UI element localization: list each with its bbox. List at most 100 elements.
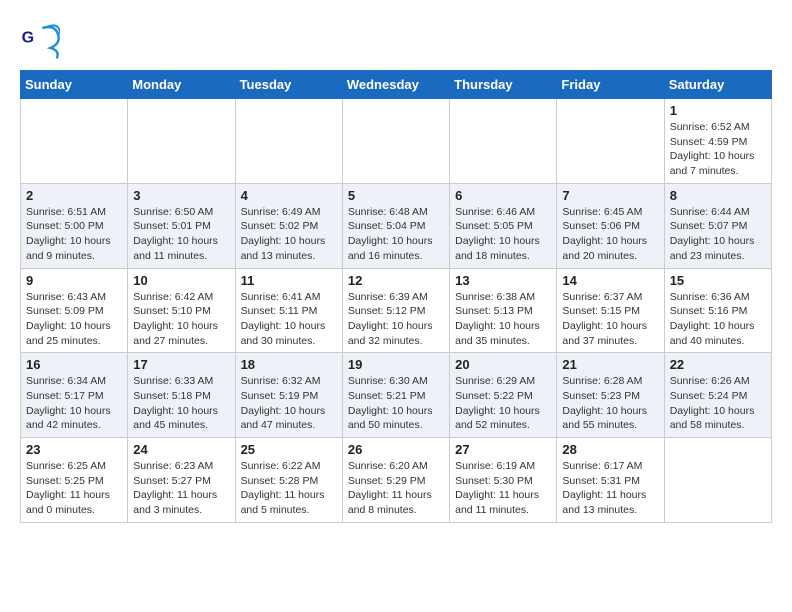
calendar-header-wednesday: Wednesday bbox=[342, 71, 449, 99]
day-number: 20 bbox=[455, 357, 551, 372]
calendar-header-sunday: Sunday bbox=[21, 71, 128, 99]
calendar-cell bbox=[450, 99, 557, 184]
calendar-header-tuesday: Tuesday bbox=[235, 71, 342, 99]
logo-icon: G bbox=[20, 20, 60, 60]
day-number: 10 bbox=[133, 273, 229, 288]
calendar-header-row: SundayMondayTuesdayWednesdayThursdayFrid… bbox=[21, 71, 772, 99]
day-number: 17 bbox=[133, 357, 229, 372]
day-info: Sunrise: 6:46 AM Sunset: 5:05 PM Dayligh… bbox=[455, 205, 551, 264]
day-info: Sunrise: 6:22 AM Sunset: 5:28 PM Dayligh… bbox=[241, 459, 337, 518]
calendar-cell: 4 Sunrise: 6:49 AM Sunset: 5:02 PM Daylig… bbox=[235, 183, 342, 268]
day-info: Sunrise: 6:34 AM Sunset: 5:17 PM Dayligh… bbox=[26, 374, 122, 433]
calendar-cell: 7Sunrise: 6:45 AM Sunset: 5:06 PM Daylig… bbox=[557, 183, 664, 268]
calendar-cell: 23 Sunrise: 6:25 AM Sunset: 5:25 PM Dayli… bbox=[21, 438, 128, 523]
day-number: 21 bbox=[562, 357, 658, 372]
day-number: 1 bbox=[670, 103, 766, 118]
calendar-week-row: 2 Sunrise: 6:51 AM Sunset: 5:00 PM Daylig… bbox=[21, 183, 772, 268]
logo: G bbox=[20, 20, 64, 60]
day-number: 9 bbox=[26, 273, 122, 288]
day-number: 14 bbox=[562, 273, 658, 288]
day-info: Sunrise: 6:29 AM Sunset: 5:22 PM Dayligh… bbox=[455, 374, 551, 433]
day-info: Sunrise: 6:48 AM Sunset: 5:04 PM Dayligh… bbox=[348, 205, 444, 264]
calendar-header-monday: Monday bbox=[128, 71, 235, 99]
day-number: 22 bbox=[670, 357, 766, 372]
calendar-cell: 15 Sunrise: 6:36 AM Sunset: 5:16 PM Dayli… bbox=[664, 268, 771, 353]
day-number: 6 bbox=[455, 188, 551, 203]
calendar-cell: 2 Sunrise: 6:51 AM Sunset: 5:00 PM Daylig… bbox=[21, 183, 128, 268]
calendar-table: SundayMondayTuesdayWednesdayThursdayFrid… bbox=[20, 70, 772, 523]
calendar-cell: 5 Sunrise: 6:48 AM Sunset: 5:04 PM Daylig… bbox=[342, 183, 449, 268]
day-number: 28 bbox=[562, 442, 658, 457]
day-info: Sunrise: 6:51 AM Sunset: 5:00 PM Dayligh… bbox=[26, 205, 122, 264]
calendar-cell: 8 Sunrise: 6:44 AM Sunset: 5:07 PM Daylig… bbox=[664, 183, 771, 268]
calendar-cell: 9 Sunrise: 6:43 AM Sunset: 5:09 PM Daylig… bbox=[21, 268, 128, 353]
calendar-cell: 6 Sunrise: 6:46 AM Sunset: 5:05 PM Daylig… bbox=[450, 183, 557, 268]
calendar-cell: 27 Sunrise: 6:19 AM Sunset: 5:30 PM Dayli… bbox=[450, 438, 557, 523]
calendar-cell: 11 Sunrise: 6:41 AM Sunset: 5:11 PM Dayli… bbox=[235, 268, 342, 353]
day-info: Sunrise: 6:26 AM Sunset: 5:24 PM Dayligh… bbox=[670, 374, 766, 433]
calendar-week-row: 9 Sunrise: 6:43 AM Sunset: 5:09 PM Daylig… bbox=[21, 268, 772, 353]
day-info: Sunrise: 6:36 AM Sunset: 5:16 PM Dayligh… bbox=[670, 290, 766, 349]
day-info: Sunrise: 6:33 AM Sunset: 5:18 PM Dayligh… bbox=[133, 374, 229, 433]
calendar-cell: 19 Sunrise: 6:30 AM Sunset: 5:21 PM Dayli… bbox=[342, 353, 449, 438]
day-number: 13 bbox=[455, 273, 551, 288]
calendar-cell: 21 Sunrise: 6:28 AM Sunset: 5:23 PM Dayli… bbox=[557, 353, 664, 438]
day-number: 19 bbox=[348, 357, 444, 372]
calendar-cell: 10Sunrise: 6:42 AM Sunset: 5:10 PM Dayli… bbox=[128, 268, 235, 353]
day-number: 2 bbox=[26, 188, 122, 203]
calendar-cell: 20 Sunrise: 6:29 AM Sunset: 5:22 PM Dayli… bbox=[450, 353, 557, 438]
day-number: 26 bbox=[348, 442, 444, 457]
day-info: Sunrise: 6:49 AM Sunset: 5:02 PM Dayligh… bbox=[241, 205, 337, 264]
day-number: 18 bbox=[241, 357, 337, 372]
day-info: Sunrise: 6:43 AM Sunset: 5:09 PM Dayligh… bbox=[26, 290, 122, 349]
calendar-cell: 28Sunrise: 6:17 AM Sunset: 5:31 PM Dayli… bbox=[557, 438, 664, 523]
day-info: Sunrise: 6:25 AM Sunset: 5:25 PM Dayligh… bbox=[26, 459, 122, 518]
calendar-cell bbox=[21, 99, 128, 184]
page-header: G bbox=[20, 20, 772, 60]
calendar-header-saturday: Saturday bbox=[664, 71, 771, 99]
day-number: 25 bbox=[241, 442, 337, 457]
day-info: Sunrise: 6:39 AM Sunset: 5:12 PM Dayligh… bbox=[348, 290, 444, 349]
day-info: Sunrise: 6:41 AM Sunset: 5:11 PM Dayligh… bbox=[241, 290, 337, 349]
day-number: 12 bbox=[348, 273, 444, 288]
day-number: 5 bbox=[348, 188, 444, 203]
day-info: Sunrise: 6:52 AM Sunset: 4:59 PM Dayligh… bbox=[670, 120, 766, 179]
calendar-cell bbox=[342, 99, 449, 184]
calendar-week-row: 16 Sunrise: 6:34 AM Sunset: 5:17 PM Dayli… bbox=[21, 353, 772, 438]
calendar-week-row: 23 Sunrise: 6:25 AM Sunset: 5:25 PM Dayli… bbox=[21, 438, 772, 523]
day-number: 23 bbox=[26, 442, 122, 457]
day-info: Sunrise: 6:28 AM Sunset: 5:23 PM Dayligh… bbox=[562, 374, 658, 433]
calendar-cell bbox=[557, 99, 664, 184]
day-number: 24 bbox=[133, 442, 229, 457]
calendar-cell bbox=[235, 99, 342, 184]
day-info: Sunrise: 6:44 AM Sunset: 5:07 PM Dayligh… bbox=[670, 205, 766, 264]
calendar-cell: 25 Sunrise: 6:22 AM Sunset: 5:28 PM Dayli… bbox=[235, 438, 342, 523]
calendar-cell: 26Sunrise: 6:20 AM Sunset: 5:29 PM Dayli… bbox=[342, 438, 449, 523]
day-number: 3 bbox=[133, 188, 229, 203]
calendar-cell bbox=[664, 438, 771, 523]
day-number: 8 bbox=[670, 188, 766, 203]
day-number: 27 bbox=[455, 442, 551, 457]
calendar-week-row: 1 Sunrise: 6:52 AM Sunset: 4:59 PM Daylig… bbox=[21, 99, 772, 184]
svg-text:G: G bbox=[22, 29, 34, 46]
calendar-cell: 24 Sunrise: 6:23 AM Sunset: 5:27 PM Dayli… bbox=[128, 438, 235, 523]
day-number: 15 bbox=[670, 273, 766, 288]
day-number: 16 bbox=[26, 357, 122, 372]
calendar-header-thursday: Thursday bbox=[450, 71, 557, 99]
day-info: Sunrise: 6:38 AM Sunset: 5:13 PM Dayligh… bbox=[455, 290, 551, 349]
day-number: 7 bbox=[562, 188, 658, 203]
day-info: Sunrise: 6:19 AM Sunset: 5:30 PM Dayligh… bbox=[455, 459, 551, 518]
calendar-cell bbox=[128, 99, 235, 184]
calendar-cell: 16 Sunrise: 6:34 AM Sunset: 5:17 PM Dayli… bbox=[21, 353, 128, 438]
calendar-header-friday: Friday bbox=[557, 71, 664, 99]
calendar-cell: 14 Sunrise: 6:37 AM Sunset: 5:15 PM Dayli… bbox=[557, 268, 664, 353]
day-info: Sunrise: 6:37 AM Sunset: 5:15 PM Dayligh… bbox=[562, 290, 658, 349]
day-info: Sunrise: 6:30 AM Sunset: 5:21 PM Dayligh… bbox=[348, 374, 444, 433]
day-info: Sunrise: 6:32 AM Sunset: 5:19 PM Dayligh… bbox=[241, 374, 337, 433]
day-number: 11 bbox=[241, 273, 337, 288]
calendar-cell: 13 Sunrise: 6:38 AM Sunset: 5:13 PM Dayli… bbox=[450, 268, 557, 353]
calendar-cell: 17 Sunrise: 6:33 AM Sunset: 5:18 PM Dayli… bbox=[128, 353, 235, 438]
calendar-cell: 12 Sunrise: 6:39 AM Sunset: 5:12 PM Dayli… bbox=[342, 268, 449, 353]
day-info: Sunrise: 6:23 AM Sunset: 5:27 PM Dayligh… bbox=[133, 459, 229, 518]
day-number: 4 bbox=[241, 188, 337, 203]
